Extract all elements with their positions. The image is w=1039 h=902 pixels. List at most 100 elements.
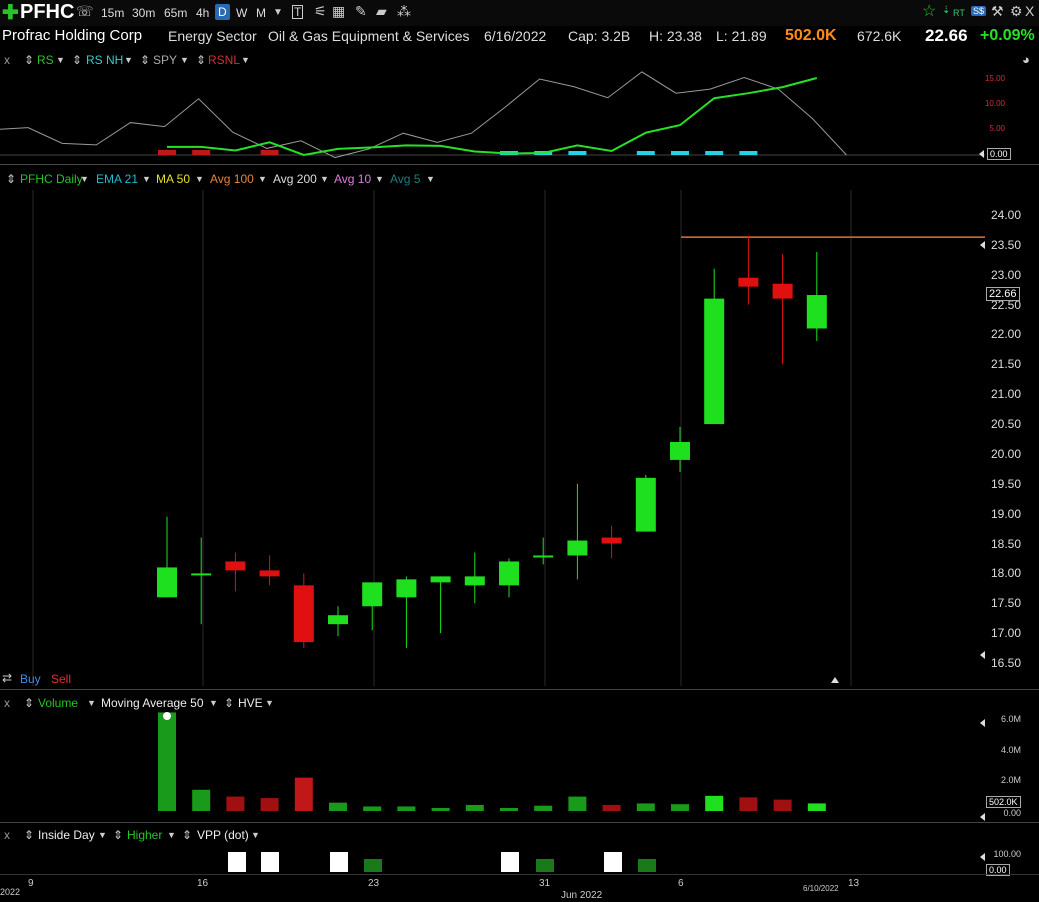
- add-symbol-icon[interactable]: ✚: [2, 0, 19, 25]
- chevron-down-icon[interactable]: ▼: [80, 174, 89, 184]
- star-icon[interactable]: ☆: [922, 1, 936, 21]
- buy-button[interactable]: Buy: [20, 672, 41, 686]
- vpp-item[interactable]: VPP (dot): [197, 828, 249, 842]
- chevron-down-icon[interactable]: ▼: [98, 830, 107, 840]
- price-panel-toolbar: ⇕ PFHC Daily ▼ EMA 21 ▼ MA 50 ▼ Avg 100 …: [0, 168, 1039, 190]
- chevron-down-icon[interactable]: ▼: [142, 174, 151, 184]
- chevron-down-icon[interactable]: ▼: [375, 174, 384, 184]
- note-icon[interactable]: ▰: [376, 3, 387, 20]
- chevron-down-icon[interactable]: ▼: [265, 698, 274, 708]
- wrench-icon[interactable]: ⚒: [991, 3, 1004, 20]
- drag-handle-icon[interactable]: ⇕: [224, 696, 234, 710]
- candle-body: [772, 283, 793, 299]
- spy-item[interactable]: SPY: [153, 53, 177, 67]
- close-icon[interactable]: x: [4, 696, 10, 710]
- volume-ylabel: 0.00: [1003, 808, 1021, 818]
- x-axis-label: 13: [848, 878, 860, 889]
- sliders-icon[interactable]: ⚟: [314, 3, 327, 20]
- industry-label[interactable]: Oil & Gas Equipment & Services: [268, 28, 470, 44]
- drag-handle-icon[interactable]: ⇕: [24, 696, 34, 710]
- company-name[interactable]: Profrac Holding Corp: [2, 27, 142, 44]
- symbol-daily-item[interactable]: PFHC Daily: [20, 172, 83, 186]
- rs-panel-toolbar: x ⇕ RS ▼ ⇕ RS NH ▼ ⇕ SPY ▼ ⇕ RSNL ▼ ◕: [0, 49, 1039, 71]
- chevron-down-icon[interactable]: ▼: [273, 7, 283, 18]
- bottom-panel-toolbar: x ⇕ Inside Day ▼ ⇕ Higher ▼ ⇕ VPP (dot) …: [0, 824, 1039, 846]
- price-ylabel: 16.50: [990, 656, 1021, 670]
- arrow-left-icon: [980, 241, 985, 249]
- chevron-down-icon[interactable]: ▼: [180, 55, 189, 65]
- chevron-down-icon[interactable]: ▼: [258, 174, 267, 184]
- timeframe-30m[interactable]: 30m: [132, 6, 155, 20]
- chevron-down-icon[interactable]: ▼: [426, 174, 435, 184]
- inside-day-marker: [228, 852, 246, 872]
- timeframe-15m[interactable]: 15m: [101, 6, 124, 20]
- avg100-item[interactable]: Avg 100: [210, 172, 254, 186]
- calculator-icon[interactable]: ▦: [332, 3, 345, 20]
- sp-icon[interactable]: S$: [971, 6, 987, 16]
- symbol-title[interactable]: PFHC: [20, 1, 74, 24]
- chevron-down-icon[interactable]: ▼: [167, 830, 176, 840]
- volume-bar: [431, 807, 450, 811]
- inside-day-item[interactable]: Inside Day: [38, 828, 95, 842]
- timeframe-d[interactable]: D: [215, 4, 230, 20]
- chevron-down-icon[interactable]: ▼: [56, 55, 65, 65]
- arrow-left-icon: [980, 719, 985, 727]
- chevron-down-icon[interactable]: ▼: [195, 174, 204, 184]
- chevron-down-icon[interactable]: ▼: [124, 55, 133, 65]
- chart-type-icon[interactable]: T: [292, 5, 304, 19]
- avg200-item[interactable]: Avg 200: [273, 172, 317, 186]
- price-chart[interactable]: [0, 190, 985, 686]
- trade-icon[interactable]: ⇄: [2, 671, 12, 685]
- scroll-up-icon[interactable]: [831, 677, 839, 683]
- volume-bar: [294, 777, 313, 811]
- volume-bar: [636, 803, 655, 811]
- timeframe-m[interactable]: M: [256, 6, 266, 20]
- drag-handle-icon[interactable]: ⇕: [140, 53, 150, 67]
- drag-handle-icon[interactable]: ⇕: [113, 828, 123, 842]
- chevron-down-icon[interactable]: ▼: [209, 698, 218, 708]
- chevron-down-icon[interactable]: ▼: [241, 55, 250, 65]
- timeframe-4h[interactable]: 4h: [196, 6, 209, 20]
- ma50-volume-item[interactable]: Moving Average 50: [101, 696, 204, 710]
- x-axis-divider: [0, 874, 1039, 875]
- ma50-item[interactable]: MA 50: [156, 172, 190, 186]
- close-icon[interactable]: x: [4, 53, 10, 67]
- rs-nh-item[interactable]: RS NH: [86, 53, 123, 67]
- sell-button[interactable]: Sell: [51, 672, 71, 686]
- share-icon[interactable]: ⁂: [397, 3, 411, 20]
- arrow-left-icon: [980, 853, 985, 861]
- sector-label[interactable]: Energy Sector: [168, 28, 257, 44]
- rsnl-item[interactable]: RSNL: [208, 53, 240, 67]
- drag-handle-icon[interactable]: ⇕: [6, 172, 16, 186]
- hve-item[interactable]: HVE: [238, 696, 263, 710]
- avg5-item[interactable]: Avg 5: [390, 172, 420, 186]
- chevron-down-icon[interactable]: ▼: [87, 698, 96, 708]
- rt-icon[interactable]: ⇣: [942, 5, 950, 16]
- volume-item[interactable]: Volume: [38, 696, 78, 710]
- palette-icon[interactable]: ◕: [1022, 52, 1030, 67]
- higher-item[interactable]: Higher: [127, 828, 162, 842]
- volume-value-tag: 502.0K: [986, 796, 1021, 808]
- drag-handle-icon[interactable]: ⇕: [24, 53, 34, 67]
- drag-handle-icon[interactable]: ⇕: [24, 828, 34, 842]
- rs-ylabel: 10.00: [984, 99, 1005, 108]
- pencil-icon[interactable]: ✎: [355, 3, 367, 20]
- panel-divider[interactable]: [0, 689, 1039, 690]
- chevron-down-icon[interactable]: ▼: [320, 174, 329, 184]
- drag-handle-icon[interactable]: ⇕: [182, 828, 192, 842]
- close-icon[interactable]: X: [1025, 3, 1034, 19]
- rs-item[interactable]: RS: [37, 53, 54, 67]
- drag-handle-icon[interactable]: ⇕: [72, 53, 82, 67]
- ema21-item[interactable]: EMA 21: [96, 172, 138, 186]
- rt-label[interactable]: RT: [953, 8, 965, 18]
- panel-divider[interactable]: [0, 822, 1039, 823]
- timeframe-w[interactable]: W: [236, 6, 247, 20]
- close-icon[interactable]: x: [4, 828, 10, 842]
- phone-icon[interactable]: ☏: [76, 3, 94, 20]
- timeframe-65m[interactable]: 65m: [164, 6, 187, 20]
- settings-icon[interactable]: ⚙: [1010, 3, 1023, 20]
- avg10-item[interactable]: Avg 10: [334, 172, 371, 186]
- drag-handle-icon[interactable]: ⇕: [196, 53, 206, 67]
- panel-divider[interactable]: [0, 164, 1039, 165]
- chevron-down-icon[interactable]: ▼: [251, 830, 260, 840]
